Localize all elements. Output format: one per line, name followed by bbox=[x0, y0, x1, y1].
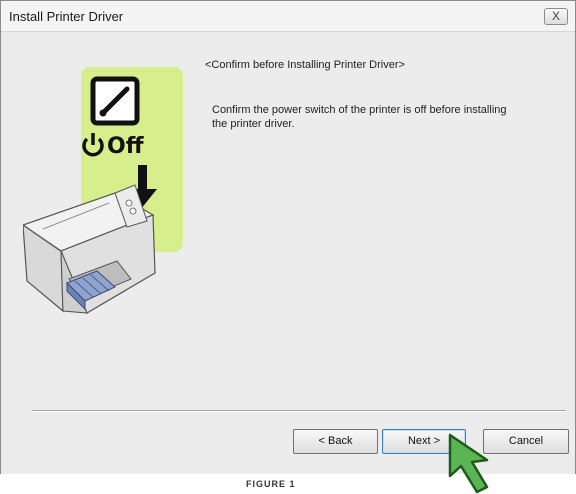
install-printer-driver-dialog: Install Printer Driver X Off <Confirm be… bbox=[0, 0, 576, 474]
confirm-message: Confirm the power switch of the printer … bbox=[212, 104, 507, 130]
back-button[interactable]: < Back bbox=[293, 429, 378, 454]
confirm-heading: <Confirm before Installing Printer Drive… bbox=[205, 59, 405, 71]
title-bar[interactable]: Install Printer Driver X bbox=[1, 1, 575, 32]
dialog-title: Install Printer Driver bbox=[9, 9, 124, 24]
figure-caption: FIGURE 1 bbox=[246, 479, 296, 489]
green-arrow-cursor-icon bbox=[448, 433, 489, 494]
dialog-content: Off <Confirm before Installing Printer D… bbox=[1, 32, 575, 474]
printer-icon bbox=[23, 184, 156, 314]
close-button[interactable]: X bbox=[544, 8, 568, 25]
button-divider bbox=[32, 410, 566, 412]
power-switch-icon bbox=[90, 76, 140, 126]
power-off-label: Off bbox=[107, 134, 145, 159]
printer-power-off-illustration: Off bbox=[23, 67, 183, 314]
close-icon: X bbox=[551, 9, 560, 23]
